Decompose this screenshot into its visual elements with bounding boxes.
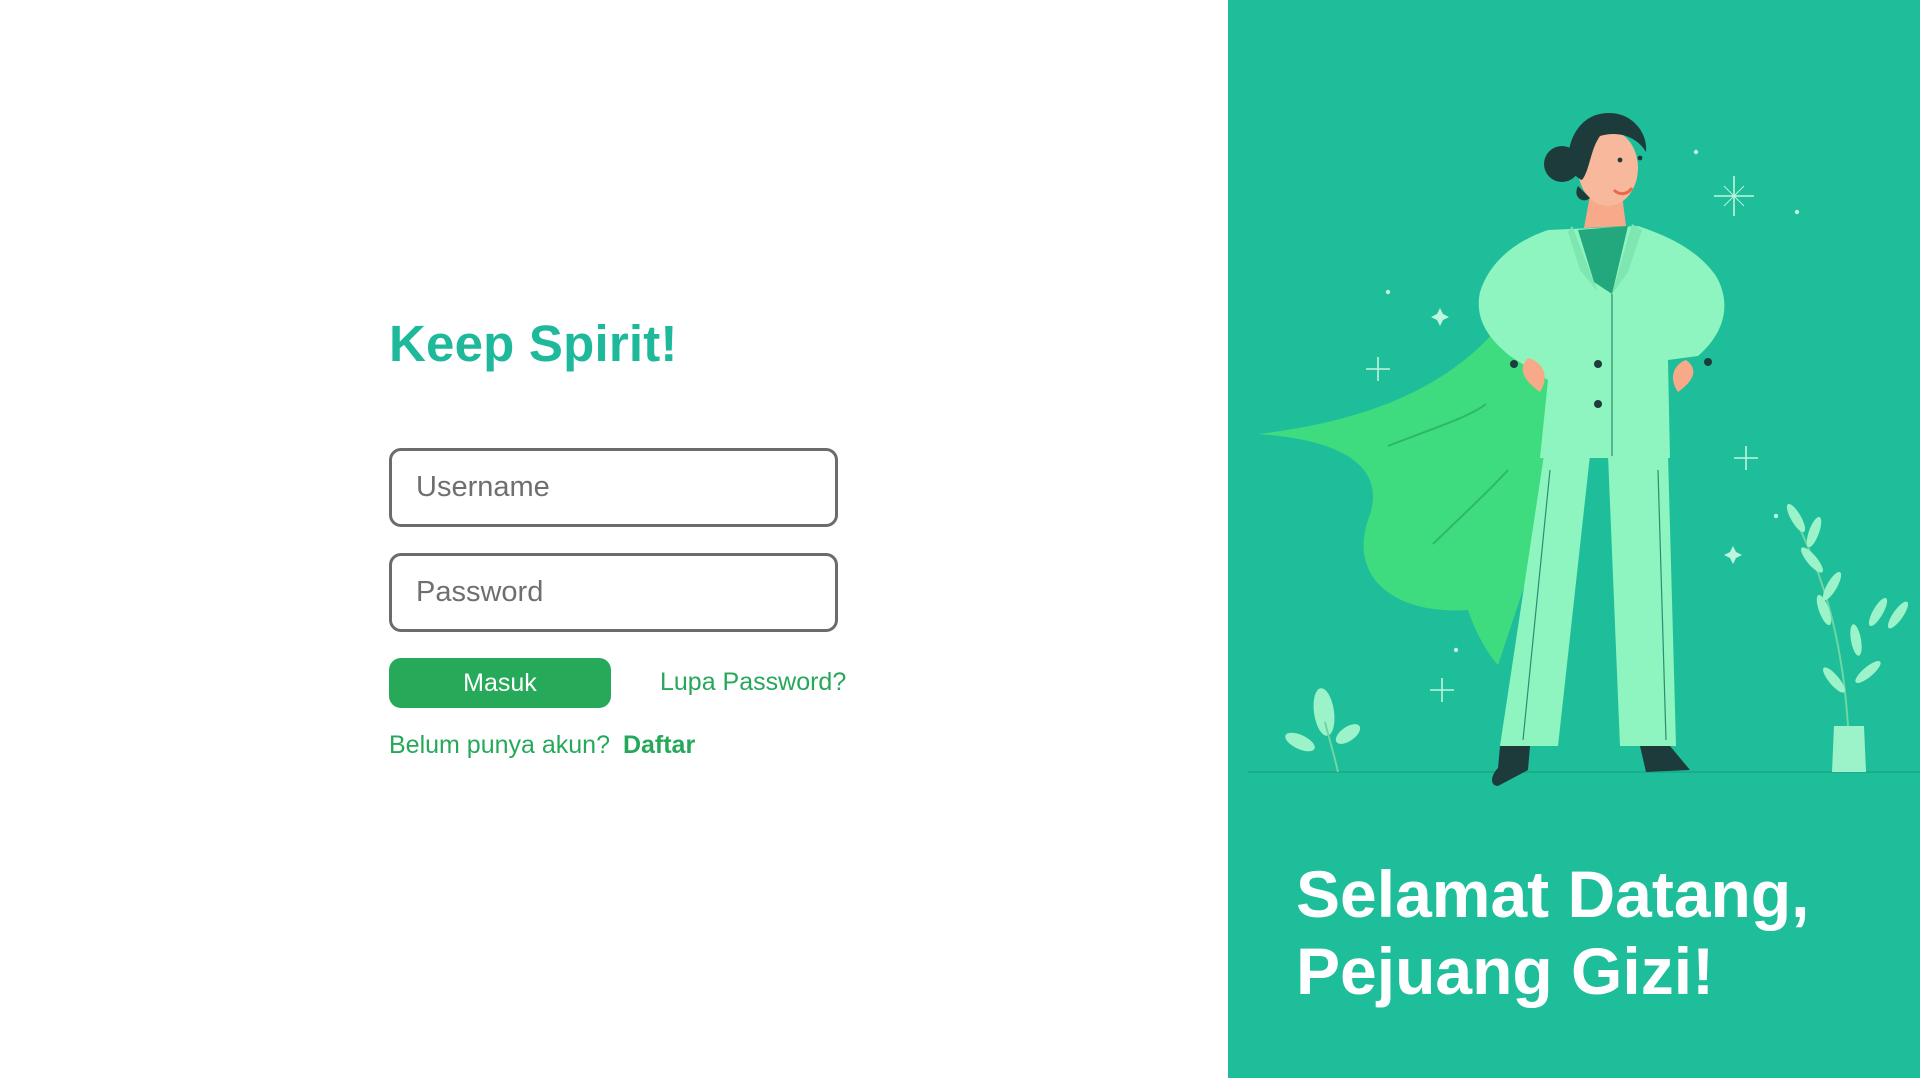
username-input[interactable] <box>389 448 838 527</box>
register-row: Belum punya akun? Daftar <box>389 731 695 760</box>
superhero-woman-illustration <box>1248 112 1920 786</box>
login-panel: Keep Spirit! Masuk Lupa Password? Belum … <box>0 0 1228 1078</box>
no-account-text: Belum punya akun? <box>389 731 610 759</box>
page-title: Keep Spirit! <box>389 315 678 372</box>
login-button[interactable]: Masuk <box>389 658 611 708</box>
welcome-line-2: Pejuang Gizi! <box>1296 934 1715 1008</box>
password-input[interactable] <box>389 553 838 632</box>
forgot-password-link[interactable]: Lupa Password? <box>660 668 846 697</box>
welcome-heading: Selamat Datang, Pejuang Gizi! <box>1296 856 1810 1010</box>
hero-panel: Selamat Datang, Pejuang Gizi! <box>1228 0 1920 1078</box>
welcome-line-1: Selamat Datang, <box>1296 857 1810 931</box>
register-link[interactable]: Daftar <box>623 731 695 759</box>
